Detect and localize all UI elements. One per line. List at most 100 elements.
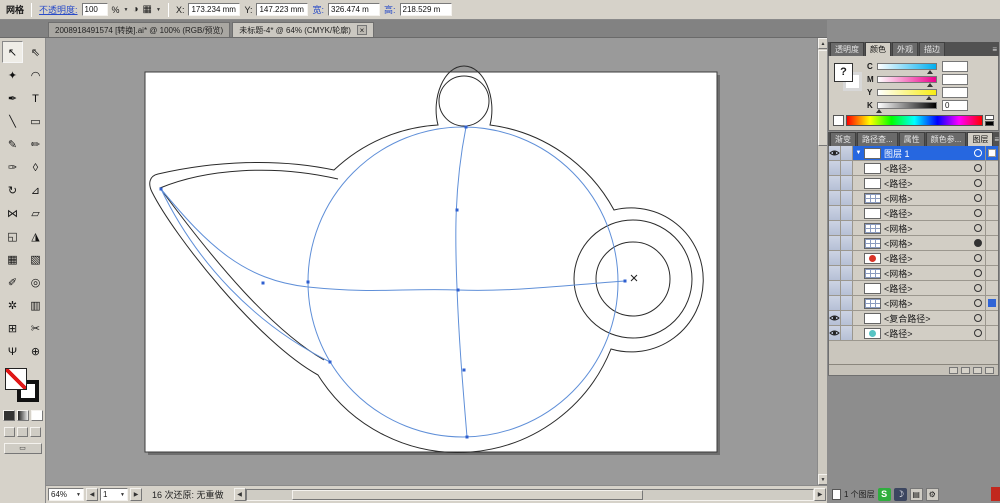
panel-menu-icon[interactable]: ≡ (994, 134, 999, 146)
panel-tab[interactable]: 属性 (898, 132, 925, 146)
visibility-toggle[interactable] (829, 326, 841, 340)
blend-tool[interactable]: ◎ (25, 271, 46, 293)
screen-mode-button[interactable]: ▭ (3, 443, 42, 454)
canvas-area[interactable] (46, 38, 817, 485)
height-input[interactable] (399, 3, 452, 16)
draw-normal-button[interactable] (4, 427, 15, 437)
lock-toggle[interactable] (841, 146, 853, 160)
layer-item-row[interactable]: <路径> (829, 206, 998, 221)
panel-menu-icon[interactable]: ≡ (992, 44, 997, 56)
rotate-tool[interactable]: ↻ (2, 179, 23, 201)
layer-row[interactable]: ▼ 图层 1 (829, 146, 998, 161)
slider-marker[interactable] (876, 109, 883, 113)
panel-tab[interactable]: 路径查... (857, 132, 898, 146)
color-spectrum[interactable] (846, 115, 983, 126)
zoom-tool[interactable]: ⊕ (25, 340, 46, 362)
lock-toggle[interactable] (841, 206, 853, 220)
tab-close-icon[interactable]: × (356, 25, 367, 35)
new-sublayer-icon[interactable] (961, 366, 970, 374)
visibility-toggle[interactable] (829, 296, 841, 310)
layer-item-row[interactable]: <网格> (829, 296, 998, 311)
opacity-dropdown-icon[interactable]: ▼ (124, 7, 129, 13)
opacity-link[interactable]: 不透明度: (39, 3, 78, 16)
target-circle[interactable] (974, 269, 982, 277)
zoom-level-select[interactable]: 64% ▼ (48, 488, 84, 501)
target-circle[interactable] (974, 299, 982, 307)
visibility-toggle[interactable] (829, 251, 841, 265)
selection-chip-cell[interactable] (985, 326, 998, 340)
column-graph-tool[interactable]: ▥ (25, 294, 46, 316)
transform-grid-icon[interactable]: ▦ (143, 4, 152, 15)
white-swatch[interactable] (985, 115, 994, 120)
scroll-right-button[interactable]: ▶ (814, 488, 826, 501)
none-swatch[interactable] (833, 115, 844, 126)
visibility-toggle[interactable] (829, 206, 841, 220)
lock-toggle[interactable] (841, 236, 853, 250)
gradient-tool[interactable]: ▧ (25, 248, 46, 270)
rectangle-tool[interactable]: ▭ (25, 110, 46, 132)
delete-layer-icon[interactable] (985, 366, 994, 374)
lock-toggle[interactable] (841, 251, 853, 265)
target-circle[interactable] (974, 179, 982, 187)
layer-item-row[interactable]: <路径> (829, 176, 998, 191)
layer-item-row[interactable]: <复合路径> (829, 311, 998, 326)
y-input[interactable] (256, 3, 309, 16)
selection-chip-cell[interactable] (985, 296, 998, 310)
paintbrush-tool[interactable]: ✎ (2, 133, 23, 155)
selection-chip-cell[interactable] (985, 146, 998, 160)
mask-icon[interactable]: ◑ (133, 4, 139, 15)
visibility-toggle[interactable] (829, 311, 841, 325)
magic-wand-tool[interactable]: ✦ (2, 64, 23, 86)
selection-tool[interactable]: ↖ (2, 41, 23, 63)
lock-toggle[interactable] (841, 161, 853, 175)
expand-arrow-icon[interactable]: ▼ (853, 150, 864, 156)
lock-toggle[interactable] (841, 191, 853, 205)
selection-chip-cell[interactable] (985, 176, 998, 190)
slider-marker[interactable] (927, 83, 934, 87)
artboard-number-select[interactable]: 1 ▼ (100, 488, 128, 501)
draw-behind-button[interactable] (17, 427, 28, 437)
selection-chip-cell[interactable] (985, 236, 998, 250)
target-circle[interactable] (974, 254, 982, 262)
keyboard-icon[interactable]: ▤ (909, 487, 923, 501)
visibility-toggle[interactable] (829, 266, 841, 280)
eyedropper-tool[interactable]: ✐ (2, 271, 23, 293)
target-circle[interactable] (974, 194, 982, 202)
scroll-left-button[interactable]: ◀ (233, 488, 246, 501)
fill-swatch[interactable] (4, 368, 27, 390)
hscrollbar-track[interactable] (245, 488, 814, 501)
fill-proxy[interactable]: ? (834, 63, 853, 82)
visibility-toggle[interactable] (829, 281, 841, 295)
hscrollbar-thumb[interactable] (291, 489, 644, 500)
type-tool[interactable]: T (25, 87, 46, 109)
selection-chip-cell[interactable] (985, 266, 998, 280)
draw-inside-button[interactable] (30, 427, 41, 437)
selection-chip-cell[interactable] (985, 206, 998, 220)
layer-item-row[interactable]: <路径> (829, 161, 998, 176)
layer-item-row[interactable]: <网格> (829, 221, 998, 236)
line-segment-tool[interactable]: ╲ (2, 110, 23, 132)
shape-builder-tool[interactable]: ◱ (2, 225, 23, 247)
ime-icon[interactable]: S (877, 487, 891, 501)
x-input[interactable] (188, 3, 241, 16)
next-artboard-button[interactable]: ▶ (130, 488, 142, 501)
lock-toggle[interactable] (841, 311, 853, 325)
visibility-toggle[interactable] (829, 221, 841, 235)
settings-icon[interactable]: ⚙ (925, 487, 939, 501)
channel-value[interactable] (942, 87, 968, 98)
target-circle[interactable] (974, 284, 982, 292)
symbol-sprayer-tool[interactable]: ✲ (2, 294, 23, 316)
visibility-toggle[interactable] (829, 146, 841, 160)
layer-item-row[interactable]: <网格> (829, 236, 998, 251)
target-circle[interactable] (974, 224, 982, 232)
hand-tool[interactable]: Ψ (2, 340, 23, 362)
mesh-tool[interactable]: ▦ (2, 248, 23, 270)
slider-marker[interactable] (927, 70, 934, 74)
document-tab[interactable]: 2008918491574 [转换].ai* @ 100% (RGB/预览) (48, 22, 231, 37)
lock-toggle[interactable] (841, 281, 853, 295)
none-button[interactable] (30, 410, 43, 421)
perspective-grid-tool[interactable]: ◮ (25, 225, 46, 247)
channel-slider[interactable] (877, 63, 937, 74)
scale-tool[interactable]: ⊿ (25, 179, 46, 201)
channel-slider[interactable] (876, 102, 937, 113)
